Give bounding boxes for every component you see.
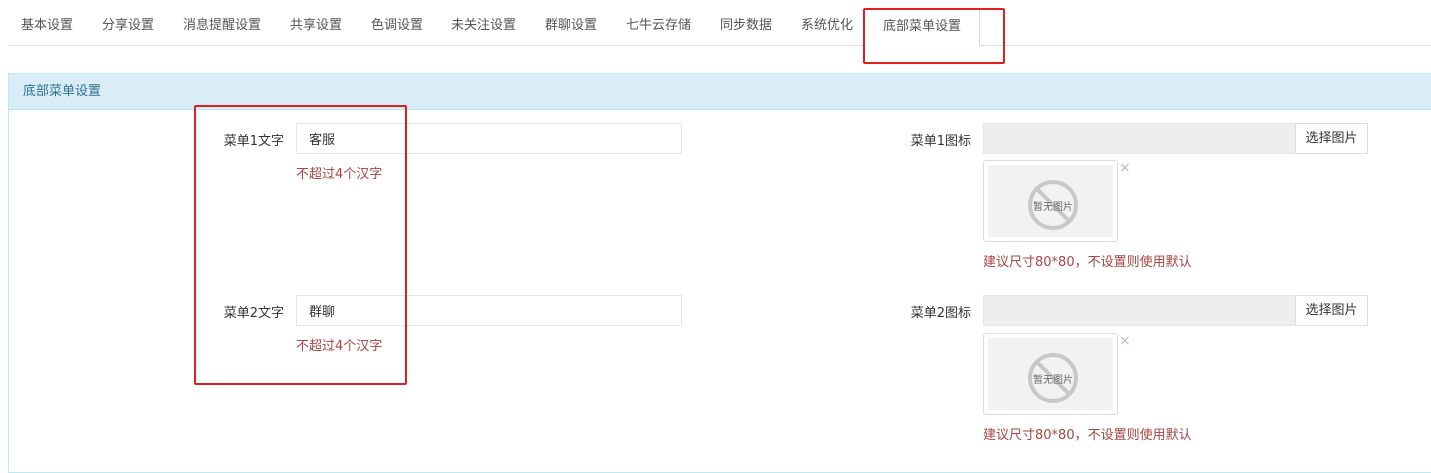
menu2-icon-help: 建议尺寸80*80，不设置则使用默认	[983, 428, 1192, 443]
tab-share-settings[interactable]: 分享设置	[102, 8, 154, 46]
close-icon[interactable]: ×	[1119, 333, 1131, 349]
tab-system-optimization[interactable]: 系统优化	[801, 8, 853, 46]
menu1-text-label: 菜单1文字	[223, 134, 284, 149]
menu1-pick-image-button[interactable]: 选择图片	[1295, 123, 1368, 154]
close-icon[interactable]: ×	[1119, 160, 1131, 176]
menu1-icon-label: 菜单1图标	[910, 134, 971, 149]
menu1-icon-help: 建议尺寸80*80，不设置则使用默认	[983, 255, 1192, 270]
no-image-text: 暂无图片	[1033, 375, 1073, 386]
menu2-text-help: 不超过4个汉字	[296, 339, 383, 354]
menu1-text-help: 不超过4个汉字	[296, 167, 383, 182]
tab-basic-settings[interactable]: 基本设置	[21, 8, 73, 46]
menu1-icon-preview: 暂无图片	[983, 160, 1118, 242]
menu2-pick-image-button[interactable]: 选择图片	[1295, 295, 1368, 326]
tab-qiniu-storage[interactable]: 七牛云存储	[626, 8, 691, 46]
settings-tabs: 基本设置 分享设置 消息提醒设置 共享设置 色调设置 未关注设置 群聊设置 七牛…	[8, 8, 1431, 47]
menu2-icon-label: 菜单2图标	[910, 306, 971, 321]
tab-sync-data[interactable]: 同步数据	[720, 8, 772, 46]
tab-message-reminder-settings[interactable]: 消息提醒设置	[183, 8, 261, 46]
menu2-icon-path-field[interactable]	[983, 295, 1296, 326]
menu2-text-input[interactable]	[296, 295, 682, 326]
no-image-text: 暂无图片	[1033, 202, 1073, 213]
menu2-icon-preview: 暂无图片	[983, 333, 1118, 415]
no-image-icon: 暂无图片	[1027, 179, 1079, 231]
tab-bottom-menu-settings[interactable]: 底部菜单设置	[864, 8, 981, 47]
tab-shared-settings[interactable]: 共享设置	[290, 8, 342, 46]
no-image-icon: 暂无图片	[1027, 352, 1079, 404]
tab-group-chat-settings[interactable]: 群聊设置	[545, 8, 597, 46]
tab-unfollowed-settings[interactable]: 未关注设置	[451, 8, 516, 46]
tab-color-settings[interactable]: 色调设置	[371, 8, 423, 46]
menu1-text-input[interactable]	[296, 123, 682, 154]
menu1-icon-path-field[interactable]	[983, 123, 1296, 154]
panel-heading: 底部菜单设置	[9, 74, 1431, 110]
menu2-text-label: 菜单2文字	[223, 306, 284, 321]
